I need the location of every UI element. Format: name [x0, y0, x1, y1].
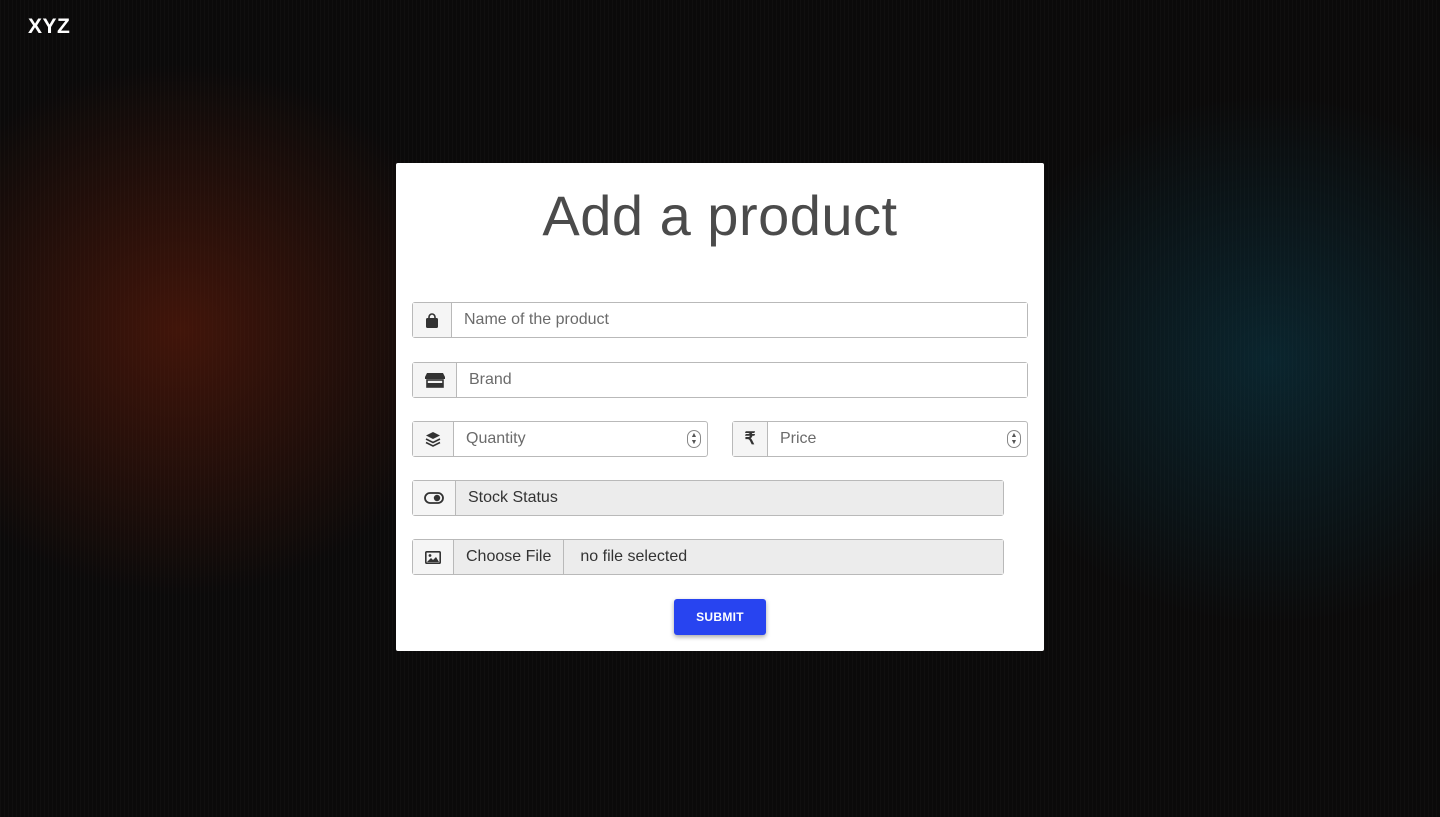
add-product-card: Add a product ▲▼ ₹ ▲▼ Stock Status — [396, 163, 1044, 651]
toggle-icon — [413, 481, 456, 515]
price-group: ₹ ▲▼ — [732, 421, 1028, 457]
image-icon — [413, 540, 454, 574]
product-name-group — [412, 302, 1028, 338]
submit-button[interactable]: SUBMIT — [674, 599, 766, 635]
quantity-input[interactable] — [454, 422, 687, 456]
rupee-icon: ₹ — [733, 422, 768, 456]
quantity-stepper[interactable]: ▲ ▼ — [687, 430, 701, 448]
image-upload-group: Choose File no file selected — [412, 539, 1004, 575]
shopping-bag-icon — [413, 303, 452, 337]
price-stepper[interactable]: ▲ ▼ — [1007, 430, 1021, 448]
file-status-text: no file selected — [564, 540, 1003, 574]
layers-icon — [413, 422, 454, 456]
choose-file-button[interactable]: Choose File — [454, 540, 565, 574]
brand-input[interactable] — [457, 363, 1027, 397]
stock-status-select[interactable]: Stock Status — [456, 481, 1003, 515]
stock-status-group: Stock Status — [412, 480, 1004, 516]
quantity-group: ▲▼ — [412, 421, 708, 457]
brand-logo[interactable]: XYZ — [28, 15, 70, 39]
product-name-input[interactable] — [452, 303, 1027, 337]
price-input[interactable] — [768, 422, 1007, 456]
page-title: Add a product — [542, 184, 898, 247]
brand-group — [412, 362, 1028, 398]
store-icon — [413, 363, 457, 397]
